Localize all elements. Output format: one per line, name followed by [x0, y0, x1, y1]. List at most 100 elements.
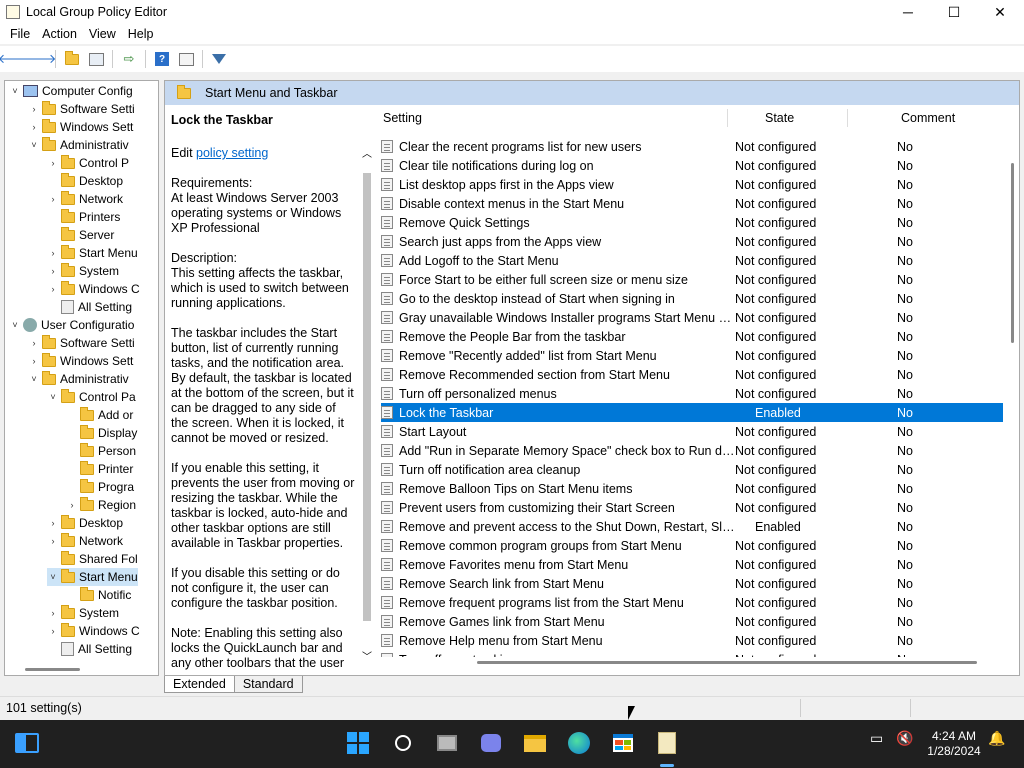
table-row[interactable]: Remove Favorites menu from Start Menu Not… [381, 555, 1003, 574]
tree-item[interactable]: All Setting [47, 298, 132, 316]
properties-icon[interactable] [175, 48, 197, 70]
description-scrollbar[interactable]: ︿ ﹀ [361, 145, 373, 663]
table-row[interactable]: Remove Help menu from Start Menu Not conf… [381, 631, 1003, 650]
tree-item[interactable]: ˅ Computer Config [9, 82, 132, 100]
collapse-icon[interactable]: ˅ [47, 572, 59, 582]
expand-icon[interactable]: › [28, 356, 40, 366]
table-row[interactable]: Remove Recommended section from Start Me… [381, 365, 1003, 384]
table-row[interactable]: Add Logoff to the Start Menu Not configur… [381, 251, 1003, 270]
tree-horizontal-scrollbar[interactable] [25, 668, 80, 671]
table-row[interactable]: Remove Quick Settings Not configured No [381, 213, 1003, 232]
table-row[interactable]: List desktop apps first in the Apps view… [381, 175, 1003, 194]
table-row[interactable]: Add "Run in Separate Memory Space" check… [381, 441, 1003, 460]
tree-item[interactable]: Notific [66, 586, 131, 604]
start-icon[interactable] [345, 730, 371, 756]
table-row[interactable]: Remove Search link from Start Menu Not co… [381, 574, 1003, 593]
tree-item[interactable]: Progra [66, 478, 134, 496]
tree-item[interactable]: › Region [66, 496, 136, 514]
table-row[interactable]: Disable context menus in the Start Menu N… [381, 194, 1003, 213]
show-hide-tree-icon[interactable] [85, 48, 107, 70]
close-button[interactable]: ✕ [977, 0, 1023, 24]
tree-item[interactable]: ˅ Start Menu [47, 568, 138, 586]
tree-item[interactable]: › Control P [47, 154, 129, 172]
tree-item[interactable]: › System [47, 262, 119, 280]
expand-icon[interactable]: › [28, 122, 40, 132]
tree-item[interactable]: Add or [66, 406, 133, 424]
tree-item[interactable]: › Start Menu [47, 244, 138, 262]
tree-item[interactable]: › System [47, 604, 119, 622]
column-header-setting[interactable]: Setting [383, 105, 422, 131]
tab-extended[interactable]: Extended [164, 676, 235, 693]
help-icon[interactable]: ? [151, 48, 173, 70]
store-icon[interactable] [610, 730, 636, 756]
table-row[interactable]: Remove the People Bar from the taskbar No… [381, 327, 1003, 346]
description-scroll-thumb[interactable] [363, 173, 371, 621]
tree-item[interactable]: Person [66, 442, 136, 460]
scroll-down-icon[interactable]: ﹀ [361, 648, 373, 663]
table-row[interactable]: Turn off user trackingNot configuredNo [381, 650, 1003, 657]
column-header-state[interactable]: State [765, 105, 794, 131]
search-icon[interactable] [390, 730, 416, 756]
console-tree[interactable]: ˅ Computer Config › Software Setti › Windows … [4, 80, 159, 676]
table-row[interactable]: Clear tile notifications during log on No… [381, 156, 1003, 175]
expand-icon[interactable]: › [47, 158, 59, 168]
menu-file[interactable]: File [4, 27, 36, 41]
group-policy-editor-icon[interactable] [654, 730, 680, 756]
filter-icon[interactable] [208, 48, 230, 70]
tree-item[interactable]: › Software Setti [28, 100, 135, 118]
list-scroll-thumb[interactable] [1011, 163, 1014, 343]
task-view-icon[interactable] [434, 730, 460, 756]
menu-help[interactable]: Help [122, 27, 160, 41]
expand-icon[interactable]: › [47, 194, 59, 204]
tree-item[interactable]: ˅ Administrativ [28, 370, 129, 388]
expand-icon[interactable]: › [47, 536, 59, 546]
tab-standard[interactable]: Standard [233, 676, 303, 693]
expand-icon[interactable]: › [47, 518, 59, 528]
menu-view[interactable]: View [83, 27, 122, 41]
tree-item[interactable]: Printer [66, 460, 133, 478]
table-row[interactable]: Turn off personalized menus Not configure… [381, 384, 1003, 403]
collapse-icon[interactable]: ˅ [47, 392, 59, 402]
tree-item[interactable]: ˅ User Configuratio [9, 316, 134, 334]
volume-muted-icon[interactable]: 🔇 [896, 730, 913, 747]
tree-item[interactable]: All Setting [47, 640, 132, 658]
list-horizontal-scrollbar[interactable] [477, 661, 977, 664]
table-row[interactable]: Prevent users from customizing their Sta… [381, 498, 1003, 517]
tree-item[interactable]: › Windows Sett [28, 118, 133, 136]
table-row[interactable]: Force Start to be either full screen siz… [381, 270, 1003, 289]
list-vertical-scrollbar[interactable] [1007, 137, 1019, 657]
menu-action[interactable]: Action [36, 27, 83, 41]
collapse-icon[interactable]: ˅ [9, 86, 21, 96]
tree-item[interactable]: Shared Fol [47, 550, 138, 568]
column-header-comment[interactable]: Comment [901, 105, 955, 131]
expand-icon[interactable]: › [47, 608, 59, 618]
tree-item[interactable]: › Windows C [47, 280, 140, 298]
policy-setting-link[interactable]: policy setting [196, 146, 268, 160]
collapse-icon[interactable]: ˅ [9, 320, 21, 330]
column-divider[interactable] [727, 109, 728, 127]
column-divider[interactable] [847, 109, 848, 127]
scroll-up-icon[interactable]: ︿ [361, 145, 373, 160]
maximize-button[interactable]: ☐ [931, 0, 977, 24]
table-row[interactable]: Start Layout Not configured No [381, 422, 1003, 441]
notifications-icon[interactable]: 🔔 [988, 730, 1005, 747]
tree-item[interactable]: Printers [47, 208, 120, 226]
table-row[interactable]: Turn off notification area cleanup Not co… [381, 460, 1003, 479]
network-icon[interactable]: ▭ [870, 730, 883, 747]
table-row[interactable]: Search just apps from the Apps view Not c… [381, 232, 1003, 251]
minimize-button[interactable]: ─ [885, 0, 931, 24]
tree-item[interactable]: Display [66, 424, 137, 442]
edge-icon[interactable] [566, 730, 592, 756]
tree-item[interactable]: ˅ Control Pa [47, 388, 136, 406]
tree-item[interactable]: Server [47, 226, 114, 244]
collapse-icon[interactable]: ˅ [28, 140, 40, 150]
tree-item[interactable]: › Windows C [47, 622, 140, 640]
up-folder-icon[interactable] [61, 48, 83, 70]
table-row[interactable]: Remove common program groups from Start … [381, 536, 1003, 555]
expand-icon[interactable]: › [28, 104, 40, 114]
forward-arrow-icon[interactable]: 🡒 [22, 48, 57, 70]
tree-item[interactable]: › Network [47, 190, 123, 208]
tree-item[interactable]: › Software Setti [28, 334, 135, 352]
tree-item[interactable]: › Network [47, 532, 123, 550]
expand-icon[interactable]: › [47, 266, 59, 276]
